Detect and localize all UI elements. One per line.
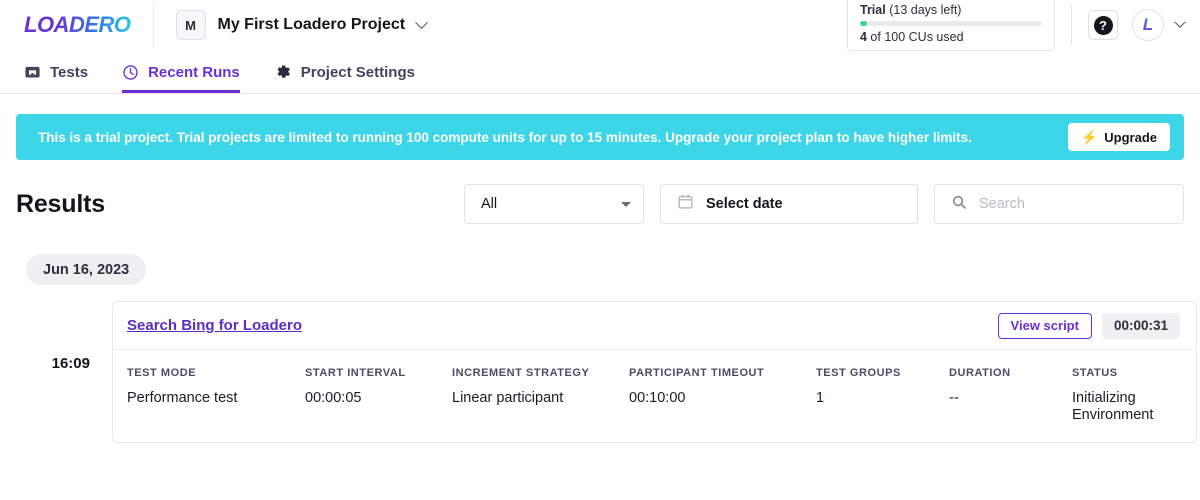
avatar[interactable]: L xyxy=(1132,9,1164,41)
trial-usage-line: 4 of 100 CUs used xyxy=(860,29,1042,45)
project-switcher[interactable]: M My First Loadero Project xyxy=(175,10,428,40)
clock-icon xyxy=(122,64,139,81)
trial-banner: This is a trial project. Trial projects … xyxy=(16,114,1184,160)
trial-usage-box: Trial (13 days left) 4 of 100 CUs used xyxy=(847,0,1055,51)
run-detail-column: PARTICIPANT TIMEOUT 00:10:00 xyxy=(629,366,816,424)
date-picker[interactable]: Select date xyxy=(660,184,918,224)
column-header: TEST MODE xyxy=(127,367,197,379)
column-header: PARTICIPANT TIMEOUT xyxy=(629,367,765,379)
top-bar: LOADERO M My First Loadero Project Trial… xyxy=(0,0,1200,51)
run-row: 16:09 Search Bing for Loadero View scrip… xyxy=(0,301,1200,443)
run-detail-column: TEST MODE Performance test xyxy=(127,366,305,424)
question-mark-icon: ? xyxy=(1093,15,1113,35)
column-value: Performance test xyxy=(127,390,238,406)
bolt-icon: ⚡ xyxy=(1080,129,1099,145)
tab-label: Tests xyxy=(50,64,89,81)
main-nav-tabs: Tests Recent Runs Project Settings xyxy=(0,50,1200,94)
run-card-header: Search Bing for Loadero View script 00:0… xyxy=(113,302,1196,350)
status-badge: Initializing Environment xyxy=(1072,390,1154,423)
column-value: 00:10:00 xyxy=(629,390,686,406)
column-header: TEST GROUPS xyxy=(816,367,901,379)
project-initial-badge: M xyxy=(175,10,206,40)
filters: All Select date xyxy=(464,184,1184,224)
trial-progress-fill xyxy=(860,21,868,26)
header-divider xyxy=(152,2,154,48)
gear-icon xyxy=(274,63,292,81)
trial-banner-message: This is a trial project. Trial projects … xyxy=(38,129,972,145)
search-input[interactable] xyxy=(979,196,1167,212)
trial-status-line: Trial (13 days left) xyxy=(860,2,1042,18)
trial-cu-used: 4 xyxy=(860,30,867,44)
page-title: Results xyxy=(16,189,105,218)
run-detail-column: TEST GROUPS 1 xyxy=(816,366,949,424)
run-detail-column: INCREMENT STRATEGY Linear participant xyxy=(452,366,629,424)
trial-cu-total: of 100 CUs used xyxy=(866,30,964,44)
status-filter-value: All xyxy=(481,196,498,212)
tab-label: Project Settings xyxy=(300,63,415,81)
calendar-icon xyxy=(677,193,694,215)
column-header: DURATION xyxy=(949,367,1011,379)
run-detail-column: DURATION -- xyxy=(949,366,1072,424)
loadero-logo[interactable]: LOADERO xyxy=(24,12,131,38)
run-detail-column: START INTERVAL 00:00:05 xyxy=(305,366,452,424)
column-header: START INTERVAL xyxy=(305,367,406,379)
run-detail-column: STATUS Initializing Environment xyxy=(1072,366,1182,424)
run-duration-chip: 00:00:31 xyxy=(1101,312,1180,339)
project-name: My First Loadero Project xyxy=(217,16,406,33)
column-value: 1 xyxy=(816,390,825,406)
column-value: Linear participant xyxy=(452,390,564,406)
caret-down-icon xyxy=(621,201,631,207)
run-details-table: TEST MODE Performance test START INTERVA… xyxy=(113,350,1196,442)
date-picker-label: Select date xyxy=(706,196,783,212)
status-filter-select[interactable]: All xyxy=(464,184,644,224)
column-header: STATUS xyxy=(1072,367,1118,379)
view-script-button[interactable]: View script xyxy=(997,312,1092,339)
trial-label: Trial xyxy=(860,3,886,17)
chevron-down-icon[interactable] xyxy=(1174,16,1186,28)
search-icon xyxy=(951,194,967,215)
run-time: 16:09 xyxy=(51,355,90,372)
column-header: INCREMENT STRATEGY xyxy=(452,367,590,379)
search-box[interactable] xyxy=(934,184,1184,224)
run-card: Search Bing for Loadero View script 00:0… xyxy=(112,301,1197,443)
help-button[interactable]: ? xyxy=(1088,10,1118,40)
column-value: 00:00:05 xyxy=(305,390,362,406)
monitor-icon xyxy=(24,64,41,81)
top-right-divider xyxy=(1071,5,1072,45)
tab-tests[interactable]: Tests xyxy=(24,64,88,93)
chevron-down-icon xyxy=(415,15,428,29)
top-bar-right: Trial (13 days left) 4 of 100 CUs used ?… xyxy=(847,0,1186,51)
upgrade-button-label: Upgrade xyxy=(1104,129,1157,145)
column-value: -- xyxy=(949,390,959,406)
results-header-row: Results All Select date xyxy=(0,184,1200,224)
upgrade-button[interactable]: ⚡ Upgrade xyxy=(1067,123,1170,151)
tab-project-settings[interactable]: Project Settings xyxy=(274,63,415,93)
tab-label: Recent Runs xyxy=(148,64,240,81)
run-title-link[interactable]: Search Bing for Loadero xyxy=(127,317,302,334)
run-card-actions: View script 00:00:31 xyxy=(997,312,1180,339)
date-group-chip: Jun 16, 2023 xyxy=(26,254,147,285)
trial-days-left: (13 days left) xyxy=(889,3,962,17)
tab-recent-runs[interactable]: Recent Runs xyxy=(122,64,240,93)
trial-progress-bar xyxy=(860,21,1042,26)
